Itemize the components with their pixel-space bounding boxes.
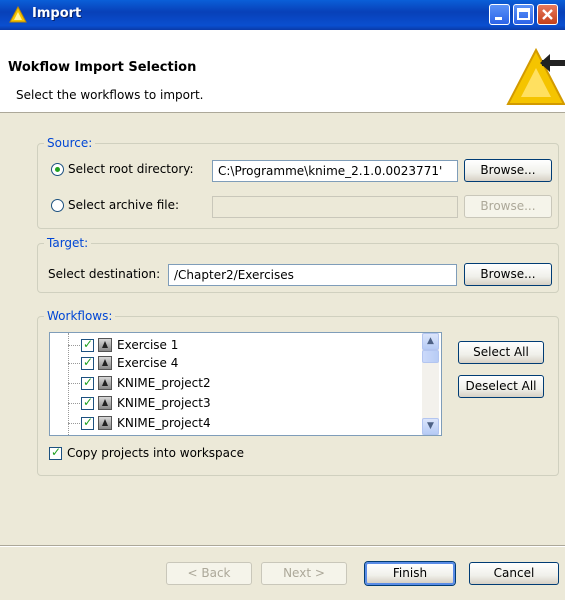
- radio-dot-icon: [55, 167, 60, 172]
- checkmark-icon: ✓: [83, 337, 94, 351]
- root-directory-field[interactable]: C:\Programme\knime_2.1.0.0023771': [212, 160, 458, 182]
- workflow-checkbox[interactable]: ✓: [81, 337, 94, 352]
- knime-triangle-icon: [9, 6, 27, 23]
- copy-projects-checkbox[interactable]: ✓: [49, 445, 62, 460]
- root-browse-button[interactable]: Browse...: [464, 159, 552, 182]
- scroll-up-icon[interactable]: ▲: [422, 333, 439, 350]
- workflow-label: Exercise 4: [117, 356, 179, 370]
- copy-projects-label: Copy projects into workspace: [67, 446, 245, 460]
- minimize-icon: [495, 17, 502, 20]
- back-button[interactable]: < Back: [166, 562, 252, 585]
- checkmark-icon: ✓: [51, 445, 62, 459]
- wizard-header: Wokflow Import Selection Select the work…: [0, 30, 565, 113]
- finish-button[interactable]: Finish: [365, 562, 455, 585]
- workflow-project-icon: [98, 416, 112, 430]
- close-button[interactable]: [537, 4, 558, 25]
- target-legend: Target:: [44, 236, 92, 250]
- workflow-project-icon: [98, 376, 112, 390]
- workflow-label: KNIME_project2: [117, 376, 211, 390]
- maximize-button[interactable]: [513, 4, 534, 25]
- workflows-legend: Workflows:: [44, 309, 116, 323]
- checkmark-icon: ✓: [83, 355, 94, 369]
- workflow-checkbox[interactable]: ✓: [81, 355, 94, 370]
- import-dialog: Import Wokflow Import Selection Select t…: [0, 0, 565, 600]
- workflow-label: KNIME_project4: [117, 416, 211, 430]
- workflow-project-icon: [98, 356, 112, 370]
- page-title: Wokflow Import Selection: [8, 60, 197, 75]
- archive-file-label: Select archive file:: [68, 198, 180, 212]
- window-title: Import: [32, 6, 82, 21]
- destination-field[interactable]: /Chapter2/Exercises: [168, 264, 457, 286]
- tree-item[interactable]: ✓ KNIME_project2: [50, 374, 420, 392]
- destination-label: Select destination:: [48, 267, 161, 281]
- workflow-scrollbar[interactable]: ▲ ▼: [422, 333, 439, 435]
- archive-file-field[interactable]: [212, 196, 458, 218]
- workflow-label: Exercise 1: [117, 338, 179, 352]
- tree-item[interactable]: ✓ Exercise 1: [50, 336, 420, 354]
- archive-browse-button[interactable]: Browse...: [464, 195, 552, 218]
- workflow-project-icon: [98, 338, 112, 352]
- select-all-button[interactable]: Select All: [458, 341, 544, 364]
- maximize-icon: [517, 8, 530, 20]
- close-icon: [542, 9, 553, 20]
- next-button[interactable]: Next >: [261, 562, 347, 585]
- workflow-checkbox[interactable]: ✓: [81, 415, 94, 430]
- tree-item[interactable]: ✓ KNIME_project3: [50, 394, 420, 412]
- import-wizard-icon: [506, 47, 565, 105]
- checkmark-icon: ✓: [83, 395, 94, 409]
- checkmark-icon: ✓: [83, 375, 94, 389]
- scroll-down-icon[interactable]: ▼: [422, 418, 439, 435]
- minimize-button[interactable]: [489, 4, 510, 25]
- destination-browse-button[interactable]: Browse...: [464, 263, 552, 286]
- root-directory-label: Select root directory:: [68, 162, 194, 176]
- title-bar[interactable]: Import: [0, 0, 565, 30]
- workflow-label: KNIME_project3: [117, 396, 211, 410]
- tree-item[interactable]: ✓ Exercise 4: [50, 354, 420, 372]
- checkmark-icon: ✓: [83, 415, 94, 429]
- root-directory-radio[interactable]: [51, 163, 64, 176]
- cancel-button[interactable]: Cancel: [469, 562, 559, 585]
- footer-divider: [0, 545, 565, 547]
- workflow-checkbox[interactable]: ✓: [81, 395, 94, 410]
- deselect-all-button[interactable]: Deselect All: [458, 375, 544, 398]
- workflow-project-icon: [98, 396, 112, 410]
- scroll-thumb[interactable]: [422, 350, 439, 363]
- source-legend: Source:: [44, 136, 96, 150]
- page-description: Select the workflows to import.: [16, 88, 204, 102]
- tree-item[interactable]: ✓ KNIME_project4: [50, 414, 420, 432]
- workflow-tree[interactable]: ✓ Exercise 1 ✓ Exercise 4 ✓ KNIME_projec…: [49, 332, 442, 436]
- workflow-checkbox[interactable]: ✓: [81, 375, 94, 390]
- archive-file-radio[interactable]: [51, 199, 64, 212]
